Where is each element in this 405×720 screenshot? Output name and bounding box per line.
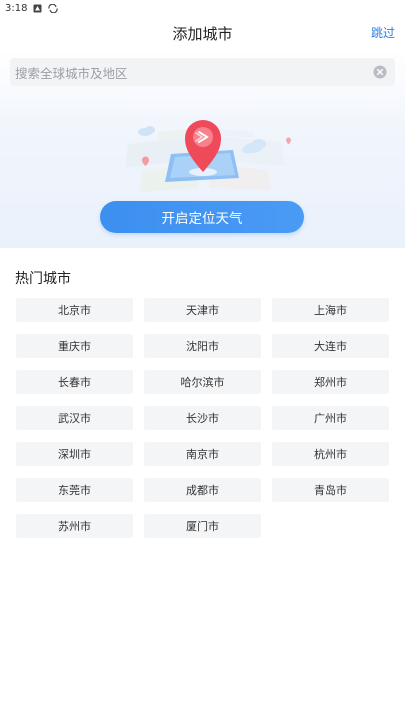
location-map-illustration — [125, 120, 291, 192]
city-button[interactable]: 长春市 — [16, 370, 133, 394]
enable-location-weather-button[interactable]: 开启定位天气 — [100, 201, 304, 233]
city-search-input[interactable]: 搜索全球城市及地区 — [10, 58, 395, 86]
page-title: 添加城市 — [172, 24, 233, 43]
city-button[interactable]: 成都市 — [144, 478, 261, 502]
city-button[interactable]: 哈尔滨市 — [144, 370, 261, 394]
hot-cities-grid: 北京市 天津市 上海市 重庆市 沈阳市 大连市 长春市 哈尔滨市 郑州市 武汉市… — [16, 298, 389, 538]
city-button[interactable]: 东莞市 — [16, 478, 133, 502]
status-bar: 3:18 — [0, 0, 405, 16]
header-bar: 添加城市 跳过 — [0, 16, 405, 50]
city-button[interactable]: 重庆市 — [16, 334, 133, 358]
city-button[interactable]: 南京市 — [144, 442, 261, 466]
cloud-icon — [138, 126, 155, 136]
skip-button[interactable]: 跳过 — [371, 24, 395, 41]
city-button[interactable]: 沈阳市 — [144, 334, 261, 358]
city-button[interactable]: 大连市 — [272, 334, 389, 358]
city-button[interactable]: 杭州市 — [272, 442, 389, 466]
city-button[interactable]: 北京市 — [16, 298, 133, 322]
city-button[interactable]: 长沙市 — [144, 406, 261, 430]
city-button[interactable]: 深圳市 — [16, 442, 133, 466]
city-button[interactable]: 厦门市 — [144, 514, 261, 538]
city-button[interactable]: 武汉市 — [16, 406, 133, 430]
city-button[interactable]: 广州市 — [272, 406, 389, 430]
notification-icon — [33, 4, 42, 12]
city-button[interactable]: 天津市 — [144, 298, 261, 322]
clear-icon[interactable] — [373, 65, 387, 79]
hot-cities-title: 热门城市 — [15, 271, 71, 287]
city-button[interactable]: 苏州市 — [16, 514, 133, 538]
sync-icon — [48, 3, 59, 13]
city-button[interactable]: 上海市 — [272, 298, 389, 322]
city-button[interactable]: 青岛市 — [272, 478, 389, 502]
status-time: 3:18 — [5, 2, 28, 14]
city-button[interactable]: 郑州市 — [272, 370, 389, 394]
search-placeholder: 搜索全球城市及地区 — [15, 65, 128, 81]
